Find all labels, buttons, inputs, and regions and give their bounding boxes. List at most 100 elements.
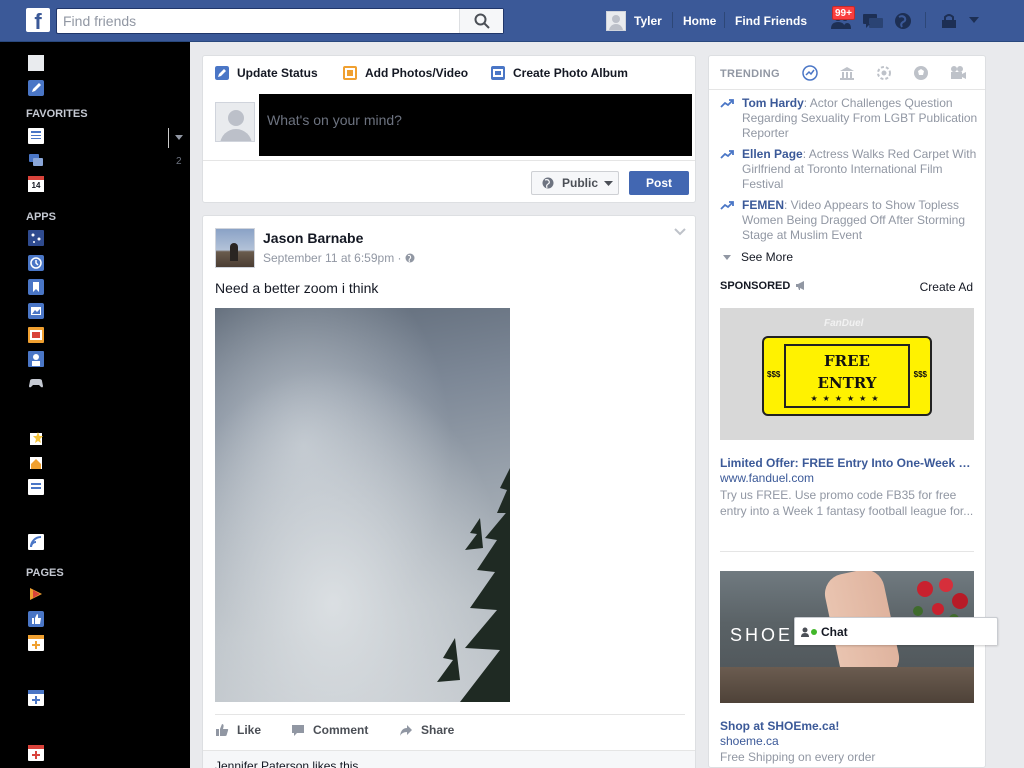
create-group-plus-icon[interactable] (28, 690, 44, 706)
events-calendar-icon[interactable]: 14 (28, 176, 44, 192)
ad-url-link[interactable]: www.fanduel.com (720, 471, 814, 485)
trending-see-more-link[interactable]: See More (723, 250, 793, 264)
trending-topic-name[interactable]: Ellen Page (742, 147, 803, 161)
ad-description: Try us FREE. Use promo code FB35 for fre… (720, 488, 974, 518)
news-feed-options-chevron-down-icon[interactable] (175, 135, 183, 140)
trending-topic-name[interactable]: Tom Hardy (742, 96, 804, 110)
facebook-logo-icon[interactable]: f (26, 8, 50, 32)
ticket-stars: ★★★★★★ (810, 394, 884, 403)
see-more-label: See More (741, 250, 794, 264)
edit-profile-pencil-icon[interactable] (28, 80, 44, 96)
timestamp-text: September 11 at 6:59pm (263, 251, 395, 265)
story-photo[interactable] (215, 308, 510, 702)
create-event-plus-icon[interactable] (28, 745, 44, 761)
interest-list-icon[interactable] (28, 479, 44, 495)
tab-update-status[interactable]: Update Status (215, 65, 318, 81)
profile-avatar-icon[interactable] (28, 55, 44, 71)
home-link[interactable]: Home (683, 14, 716, 28)
status-composer: Update Status Add Photos/Video Create Ph… (202, 55, 696, 203)
comment-button[interactable]: Comment (291, 723, 368, 737)
privacy-shortcuts-icon[interactable] (940, 12, 958, 30)
online-status-dot-icon (811, 628, 817, 635)
trending-item[interactable]: Ellen Page: Actress Walks Red Carpet Wit… (720, 147, 980, 195)
photo-album-icon (491, 66, 505, 80)
app-groups-icon[interactable] (28, 351, 44, 367)
trending-sports-icon[interactable] (913, 65, 929, 81)
comment-label: Comment (313, 723, 369, 737)
interest-star-icon[interactable] (28, 431, 44, 447)
trending-title: TRENDING (720, 68, 780, 80)
top-bar: f Tyler Home Find Friends 99+ (0, 0, 1024, 42)
like-button[interactable]: Like (215, 723, 261, 737)
ad-divider (720, 551, 974, 552)
trending-politics-icon[interactable] (839, 65, 855, 81)
story-timestamp[interactable]: September 11 at 6:59pm · (263, 251, 415, 265)
pages-feed-rss-icon[interactable] (28, 534, 44, 550)
trending-arrow-icon (720, 150, 734, 159)
create-ad-link[interactable]: Create Ad (920, 280, 973, 294)
free-entry-ticket-image: $$$ FREE ENTRY ★★★★★★ $$$ (762, 336, 932, 416)
page-create-icon[interactable] (28, 635, 44, 651)
comment-bubble-icon (292, 725, 304, 736)
page-scrollbar[interactable] (1011, 42, 1024, 768)
notifications-globe-icon[interactable] (894, 12, 912, 30)
story-actions: Like Comment Share (215, 714, 685, 744)
page-flag-icon[interactable] (28, 586, 44, 602)
status-input[interactable]: What's on your mind? (259, 94, 692, 156)
story-options-chevron-down-icon[interactable] (674, 228, 686, 236)
interest-house-icon[interactable] (28, 455, 44, 471)
ad-title-link[interactable]: Shop at SHOEme.ca! (720, 719, 839, 733)
author-name-link[interactable]: Jason Barnabe (263, 230, 363, 246)
share-button[interactable]: Share (399, 723, 454, 737)
trending-topic-name[interactable]: FEMEN (742, 198, 784, 212)
app-on-this-day-icon[interactable] (28, 255, 44, 271)
trending-item-text: Tom Hardy: Actor Challenges Question Reg… (742, 96, 978, 141)
left-sidebar: FAVORITES 2 14 APPS PAGES (0, 42, 190, 768)
author-avatar[interactable] (215, 228, 255, 268)
tab-add-photos-video[interactable]: Add Photos/Video (343, 65, 468, 81)
share-arrow-icon (400, 725, 412, 736)
app-saved-bookmark-icon[interactable] (28, 279, 44, 295)
trending-item[interactable]: Tom Hardy: Actor Challenges Question Reg… (720, 96, 980, 144)
messages-icon[interactable] (862, 12, 884, 30)
chat-tab[interactable]: Chat (794, 617, 998, 645)
sponsored-title: SPONSORED (720, 280, 791, 292)
find-friends-link[interactable]: Find Friends (735, 14, 807, 28)
app-games-controller-icon[interactable] (28, 375, 44, 391)
tab-add-photos-video-label: Add Photos/Video (365, 66, 469, 80)
trending-entertainment-icon[interactable] (949, 65, 967, 81)
favorites-section-label: FAVORITES (26, 108, 88, 120)
trending-science-icon[interactable] (876, 65, 892, 81)
trending-item[interactable]: FEMEN: Video Appears to Show Topless Wom… (720, 198, 980, 246)
messages-sidebar-icon[interactable] (28, 152, 44, 168)
ad-title-link[interactable]: Limited Offer: FREE Entry Into One-Week … (720, 456, 974, 470)
post-button[interactable]: Post (629, 171, 689, 195)
page-like-thumb-icon[interactable] (28, 611, 44, 627)
nav-divider (925, 12, 926, 28)
ad-description: Free Shipping on every order (720, 750, 876, 764)
like-label: Like (237, 723, 262, 737)
search-input[interactable] (57, 9, 459, 33)
search-button[interactable] (459, 9, 503, 33)
apps-section-label: APPS (26, 211, 56, 223)
app-photo-gallery-icon[interactable] (28, 327, 44, 343)
ad-url-link[interactable]: shoeme.ca (720, 734, 779, 748)
app-photos-icon[interactable] (28, 303, 44, 319)
see-more-chevron-down-icon (723, 254, 731, 260)
tab-create-photo-album-label: Create Photo Album (513, 66, 628, 80)
messages-count: 2 (176, 156, 182, 167)
profile-name-link[interactable]: Tyler (634, 14, 662, 28)
chat-label: Chat (821, 624, 848, 639)
app-games-feed-icon[interactable] (28, 230, 44, 246)
tab-create-photo-album[interactable]: Create Photo Album (491, 65, 628, 81)
story-likes-summary[interactable]: Jennifer Paterson likes this. (203, 750, 695, 768)
photo-icon (343, 66, 357, 80)
privacy-selector-button[interactable]: Public (531, 171, 619, 195)
story-message: Need a better zoom i think (215, 280, 379, 296)
profile-link[interactable] (606, 10, 626, 32)
account-menu-chevron-down-icon[interactable] (968, 16, 980, 24)
ad-image-fanduel[interactable]: FanDuel $$$ FREE ENTRY ★★★★★★ $$$ (720, 308, 974, 440)
composer-footer: Public Post (203, 160, 695, 203)
news-feed-icon[interactable] (28, 128, 44, 144)
trending-top-icon[interactable] (802, 65, 818, 81)
